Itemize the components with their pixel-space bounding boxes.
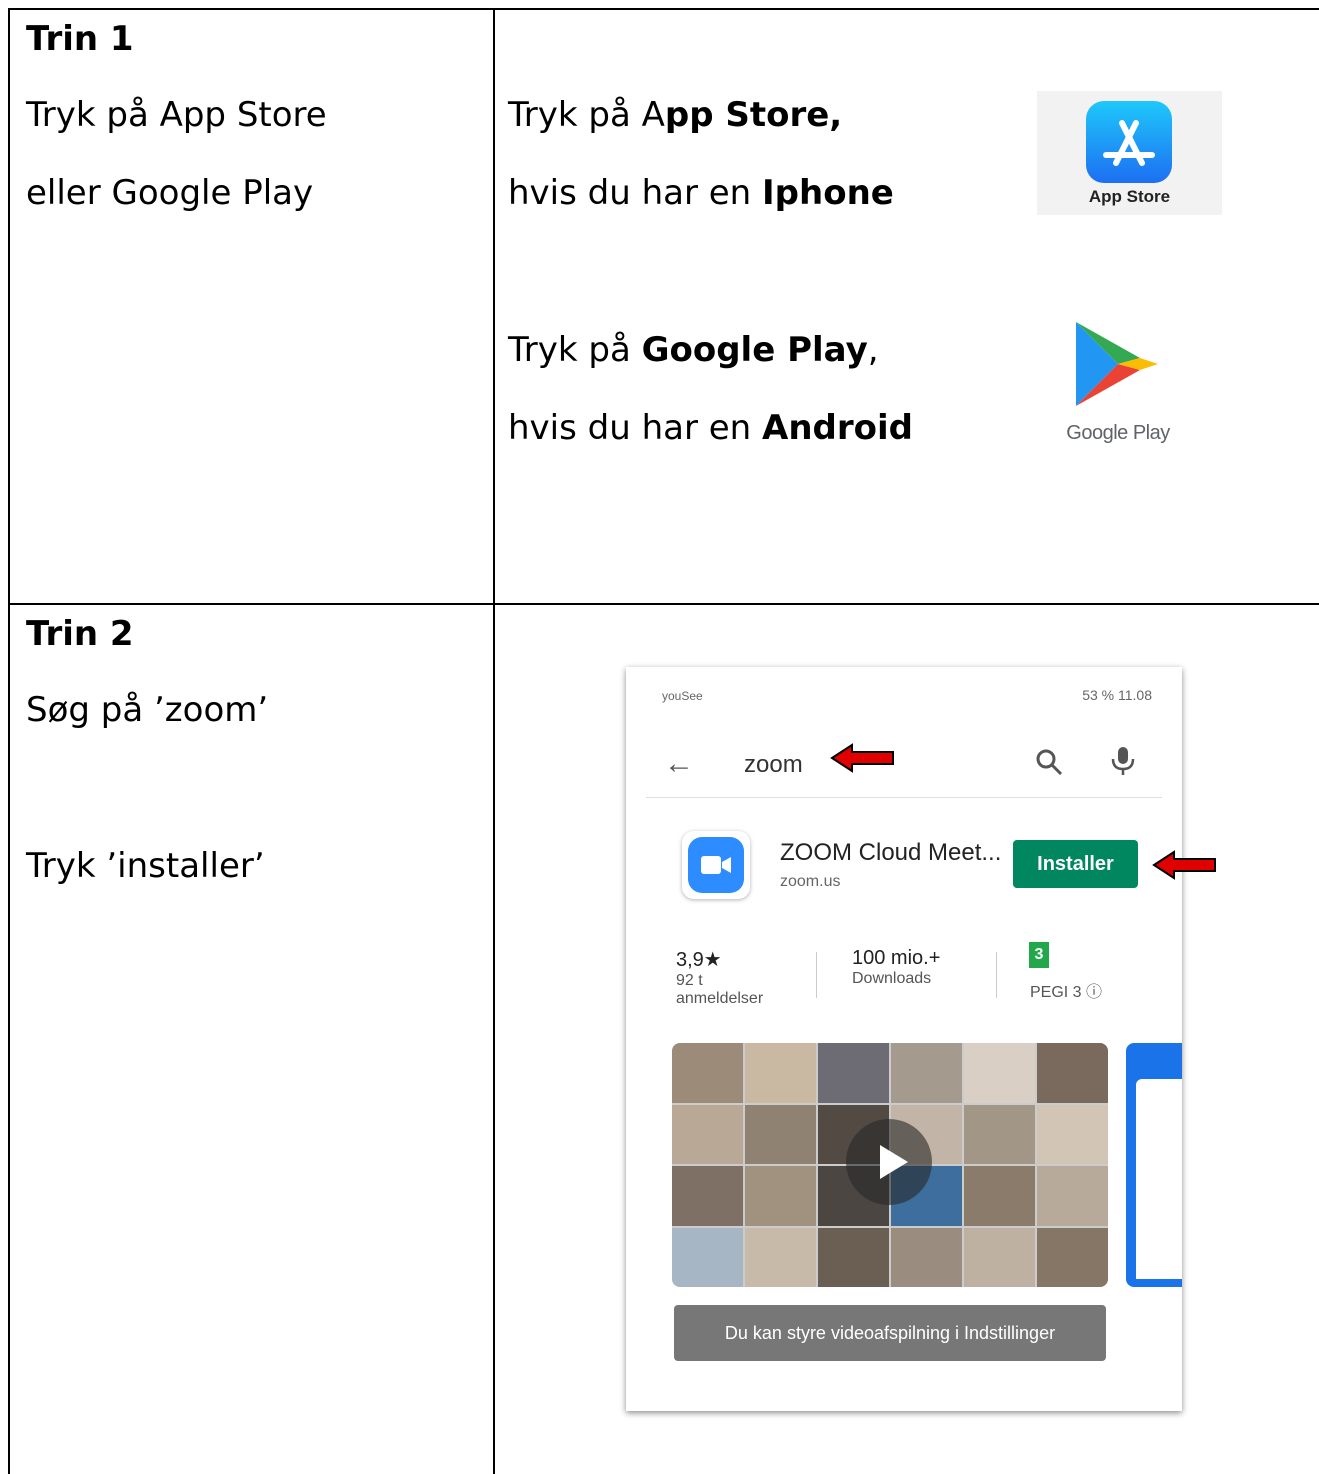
search-bar[interactable]: ← zoom — [646, 737, 1162, 798]
android-device-line: hvis du har en Android — [508, 408, 914, 448]
ios-instruction: Tryk på App Store, — [508, 95, 843, 135]
downloads-stat: 100 mio.+ Downloads — [852, 947, 940, 988]
rating-label: anmeldelser — [676, 990, 764, 1007]
toast-message: Du kan styre videoafspilning i Indstilli… — [674, 1305, 1106, 1361]
pegi-label: PEGI 3 ⓘ — [1030, 984, 1103, 1001]
search-icon[interactable] — [1034, 747, 1064, 777]
pointer-arrow-icon — [1152, 850, 1216, 880]
back-arrow-icon[interactable]: ← — [664, 747, 694, 781]
step2-line1: Søg på ’zoom’ — [26, 690, 269, 730]
zoom-app-icon[interactable] — [682, 831, 750, 899]
row-divider — [8, 603, 1319, 605]
screenshot-preview[interactable] — [1126, 1043, 1182, 1287]
google-play-label: Google Play — [1066, 422, 1170, 444]
rating-stat: 3,9★ 92 t anmeldelser — [676, 947, 763, 1008]
step1-line1: Tryk på App Store — [26, 95, 327, 135]
android-instruction: Tryk på Google Play, — [508, 330, 879, 370]
search-input[interactable]: zoom — [744, 751, 803, 779]
stat-divider — [816, 952, 817, 998]
app-name[interactable]: ZOOM Cloud Meet... — [780, 839, 1001, 867]
ios-device-line: hvis du har en Iphone — [508, 173, 894, 213]
downloads-value: 100 mio.+ — [852, 947, 941, 969]
stat-divider — [996, 952, 997, 998]
pointer-arrow-icon — [830, 743, 894, 773]
phone-screenshot: youSee 53 % 11.08 ← zoom ZOOM Cloud Meet… — [626, 667, 1182, 1411]
play-icon[interactable] — [846, 1119, 932, 1205]
app-store-icon: App Store — [1037, 91, 1222, 215]
step1-title: Trin 1 — [26, 19, 134, 59]
rating-value: 3,9★ — [676, 949, 722, 971]
install-button[interactable]: Installer — [1013, 840, 1138, 888]
app-developer[interactable]: zoom.us — [780, 873, 840, 891]
step2-title: Trin 2 — [26, 614, 134, 654]
rating-count: 92 t — [676, 972, 703, 989]
downloads-label: Downloads — [852, 970, 932, 987]
status-carrier: youSee — [662, 689, 703, 703]
app-store-label: App Store — [1088, 187, 1171, 206]
microphone-icon[interactable] — [1108, 745, 1138, 777]
pegi-badge: 3 — [1029, 942, 1049, 968]
step1-line2: eller Google Play — [26, 173, 314, 213]
column-divider — [493, 8, 495, 1474]
step2-line2: Tryk ’installer’ — [26, 846, 265, 886]
google-play-icon: Google Play — [1048, 318, 1188, 453]
status-indicators: 53 % 11.08 — [1082, 687, 1152, 703]
